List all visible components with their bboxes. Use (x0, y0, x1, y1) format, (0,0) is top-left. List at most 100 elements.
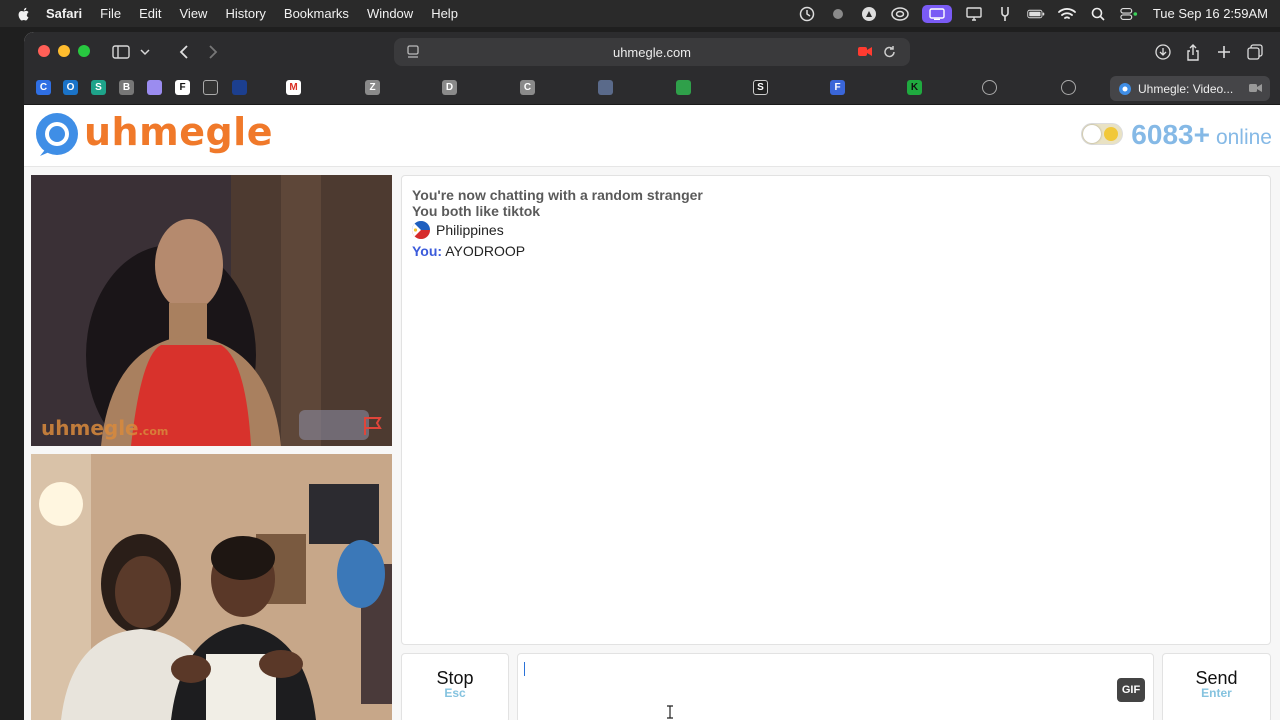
stop-shortcut-hint: Esc (444, 686, 466, 700)
battery-icon[interactable] (1027, 7, 1045, 21)
philippines-flag-icon (412, 221, 430, 239)
drive-icon[interactable] (860, 6, 878, 21)
address-text[interactable]: uhmegle.com (613, 45, 691, 60)
send-button[interactable]: Send Enter (1162, 653, 1271, 720)
safari-window: uhmegle.com C O S B F M Z D C S F K Uhme… (24, 32, 1280, 720)
tab-camera-icon[interactable] (1249, 83, 1262, 93)
chat-status-common-interest: You both like tiktok (412, 203, 541, 219)
address-bar[interactable]: uhmegle.com (394, 38, 910, 66)
display-icon[interactable] (965, 6, 983, 21)
favorite-camera-icon[interactable] (203, 80, 218, 95)
watermark-main: uhmegle (41, 416, 139, 440)
favorite-f-icon[interactable]: F (175, 80, 190, 95)
favorite-flower-icon[interactable] (147, 80, 162, 95)
dark-mode-toggle[interactable] (1081, 123, 1124, 145)
browser-toolbar: uhmegle.com (24, 32, 1280, 72)
creative-cloud-icon[interactable] (891, 6, 909, 21)
sidebar-toggle-icon[interactable] (110, 41, 132, 63)
site-header: uhmegle 6083+ online (24, 105, 1280, 167)
send-shortcut-hint: Enter (1201, 686, 1232, 700)
stranger-video-frame (31, 175, 392, 446)
forward-button[interactable] (202, 41, 224, 63)
self-video-frame (31, 454, 392, 720)
stranger-country: Philippines (412, 221, 1260, 239)
menu-help[interactable]: Help (431, 6, 458, 21)
chat-status-connected: You're now chatting with a random strang… (412, 187, 703, 203)
menu-history[interactable]: History (225, 6, 265, 21)
menu-bar: Safari File Edit View History Bookmarks … (0, 0, 1280, 27)
menu-app-name[interactable]: Safari (46, 6, 82, 21)
search-icon[interactable] (1089, 7, 1107, 21)
globe-icon-2[interactable] (1061, 80, 1076, 95)
toggle-knob (1083, 125, 1102, 143)
control-center-icon[interactable] (1120, 7, 1138, 21)
report-flag-icon[interactable] (362, 416, 384, 436)
stop-label: Stop (436, 668, 474, 688)
chevron-down-icon[interactable] (134, 41, 156, 63)
favorites-bar: C O S B F M Z D C S F K Uhmegle: Video..… (24, 72, 1280, 105)
you-label: You: (412, 243, 443, 259)
favorite-arrow-icon[interactable] (232, 80, 247, 95)
tab-uhmegle[interactable]: Uhmegle: Video... (1110, 76, 1270, 101)
gmail-icon[interactable]: M (286, 80, 301, 95)
record-indicator-icon[interactable] (829, 7, 847, 21)
apple-logo-icon[interactable] (16, 6, 32, 22)
chat-log[interactable]: You're now chatting with a random strang… (401, 175, 1271, 645)
favorite-z-icon[interactable]: Z (365, 80, 380, 95)
minimize-window-button[interactable] (58, 45, 70, 57)
gif-button[interactable]: GIF (1117, 678, 1145, 702)
kick-icon[interactable]: K (907, 80, 922, 95)
status-area: Tue Sep 16 2:59AM (798, 0, 1268, 27)
favorite-f2-icon[interactable]: F (830, 80, 845, 95)
menu-edit[interactable]: Edit (139, 6, 161, 21)
online-label: online (1215, 126, 1272, 149)
text-caret (524, 662, 525, 676)
favorite-link-icon[interactable] (598, 80, 613, 95)
favorite-c2-icon[interactable]: C (520, 80, 535, 95)
text-cursor-icon (667, 705, 673, 719)
camera-in-use-icon[interactable] (858, 46, 872, 57)
reload-icon[interactable] (883, 45, 896, 59)
moon-icon (1104, 127, 1119, 141)
uhmegle-favicon-icon (1119, 82, 1131, 95)
favorite-b-icon[interactable]: B (119, 80, 134, 95)
downloads-icon[interactable] (1152, 41, 1174, 63)
favorite-cube-icon[interactable] (676, 80, 691, 95)
online-count: 6083+ (1131, 119, 1210, 150)
menu-datetime[interactable]: Tue Sep 16 2:59AM (1153, 6, 1268, 21)
stranger-video: uhmegle.com (31, 175, 392, 446)
online-counter: 6083+ online (1081, 121, 1272, 149)
menu-bookmarks[interactable]: Bookmarks (284, 6, 349, 21)
wifi-icon[interactable] (1057, 7, 1076, 21)
uhmegle-watermark: uhmegle.com (41, 416, 168, 440)
page-settings-icon[interactable] (406, 45, 420, 59)
self-video (31, 454, 392, 720)
favorite-c-icon[interactable]: C (36, 80, 51, 95)
close-window-button[interactable] (38, 45, 50, 57)
zoom-window-button[interactable] (78, 45, 90, 57)
favorite-d-icon[interactable]: D (442, 80, 457, 95)
stop-button[interactable]: Stop Esc (401, 653, 509, 720)
favorite-s2-icon[interactable]: S (753, 80, 768, 95)
share-icon[interactable] (1182, 41, 1204, 63)
new-tab-icon[interactable] (1213, 41, 1235, 63)
screen-time-icon[interactable] (798, 6, 816, 21)
site-logo[interactable]: uhmegle (32, 109, 273, 161)
menu-file[interactable]: File (100, 6, 121, 21)
message-input[interactable]: GIF (517, 653, 1154, 720)
tab-overview-icon[interactable] (1244, 41, 1266, 63)
globe-icon[interactable] (982, 80, 997, 95)
page-content: uhmegle 6083+ online uhmegle.com You're … (24, 105, 1280, 720)
chat-message-you: You: AYODROOP (412, 243, 1260, 259)
back-button[interactable] (173, 41, 195, 63)
send-label: Send (1195, 668, 1238, 688)
menu-window[interactable]: Window (367, 6, 413, 21)
outlook-icon[interactable]: O (63, 80, 78, 95)
uhmegle-logo-icon (36, 113, 78, 156)
favorite-s-icon[interactable]: S (91, 80, 106, 95)
menu-view[interactable]: View (180, 6, 208, 21)
tuning-fork-icon[interactable] (996, 6, 1014, 21)
logo-text: uhmegle (84, 110, 273, 154)
screen-share-icon[interactable] (921, 4, 952, 23)
country-name: Philippines (436, 222, 504, 238)
